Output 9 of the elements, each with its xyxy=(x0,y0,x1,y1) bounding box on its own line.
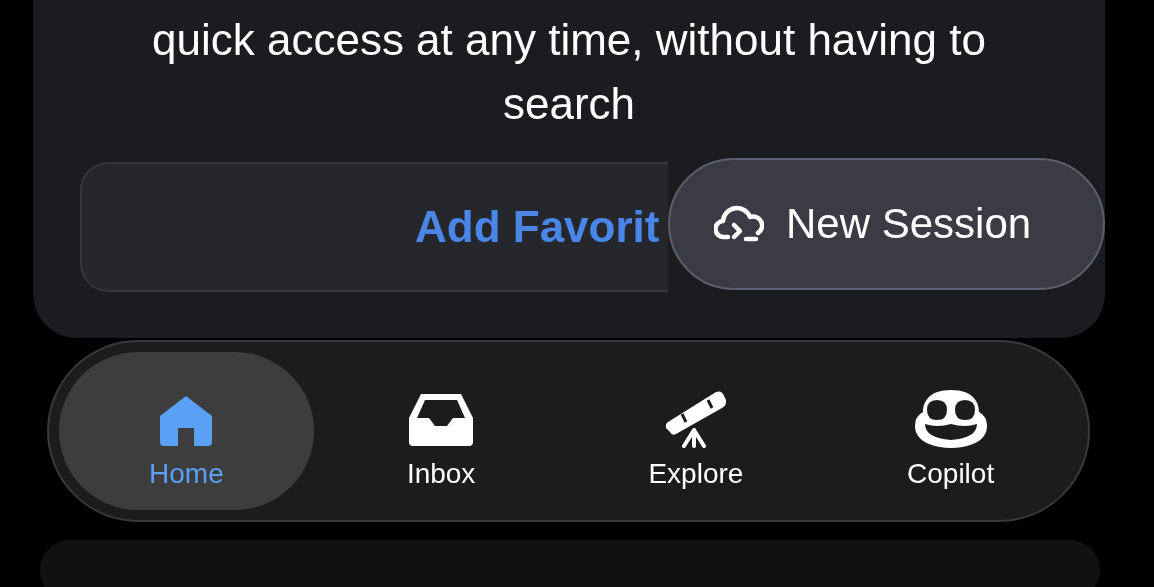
tab[interactable]: Explore xyxy=(568,352,824,510)
copilot-icon xyxy=(912,388,989,448)
tab[interactable]: Inbox xyxy=(313,352,569,510)
add-favorite-button[interactable]: Add Favorit xyxy=(80,162,668,292)
tab[interactable]: Copilot xyxy=(823,352,1078,510)
description-text: quick access at any time, without having to search xyxy=(151,14,987,130)
new-session-button[interactable]: New Session xyxy=(668,158,1105,290)
inbox-icon xyxy=(407,392,476,448)
tab[interactable]: Home xyxy=(59,352,314,510)
